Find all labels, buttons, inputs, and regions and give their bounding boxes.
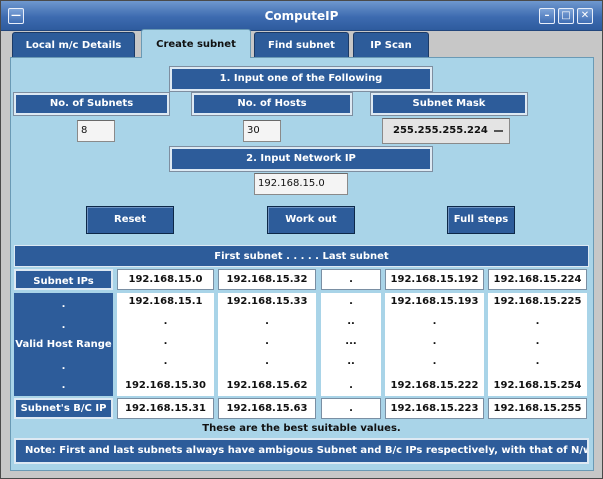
host-range-column: 192.168.15.225... 192.168.15.254: [488, 293, 587, 396]
subnet-ip-cell: .: [321, 269, 381, 290]
subnet-ip-cell: 192.168.15.192: [385, 269, 484, 290]
bc-ip-cell: 192.168.15.255: [488, 398, 587, 419]
step2-heading: 2. Input Network IP: [169, 146, 433, 172]
hosts-input[interactable]: 30: [243, 120, 281, 142]
range-ellipsis: .: [265, 336, 269, 347]
maximize-icon: □: [561, 10, 571, 21]
step1-heading: 1. Input one of the Following: [169, 66, 433, 92]
range-ellipsis: .: [432, 336, 437, 347]
work-out-button[interactable]: Work out: [267, 206, 355, 234]
subnet-ip-cell: 192.168.15.0: [117, 269, 214, 290]
first-host-value: .: [349, 296, 353, 307]
bc-ip-cell: 192.168.15.31: [117, 398, 214, 419]
range-ellipsis: .: [163, 356, 168, 367]
subnets-label: No. of Subnets: [13, 92, 170, 116]
tab-find-subnet[interactable]: Find subnet: [254, 32, 349, 57]
last-host-value: 192.168.15.222: [390, 380, 479, 391]
subnet-ip-cell: 192.168.15.224: [488, 269, 587, 290]
host-range-column: 192.168.15.33... 192.168.15.62: [218, 293, 316, 396]
range-ellipsis: .: [535, 316, 540, 327]
subnets-input[interactable]: 8: [77, 120, 115, 142]
last-host-value: 192.168.15.30: [125, 380, 206, 391]
range-ellipsis: .: [163, 336, 168, 347]
bc-ip-cell: .: [321, 398, 381, 419]
best-values-text: These are the best suitable values.: [14, 421, 589, 437]
first-host-value: 192.168.15.33: [226, 296, 308, 307]
range-ellipsis: ..: [347, 356, 355, 367]
bc-ip-label: Subnet's B/C IP: [14, 398, 113, 419]
first-host-value: 192.168.15.1: [128, 296, 203, 307]
range-ellipsis: ...: [345, 336, 357, 347]
range-ellipsis: .: [535, 336, 540, 347]
table-header: First subnet . . . . . Last subnet: [14, 245, 589, 267]
tab-local-mc-details[interactable]: Local m/c Details: [12, 32, 135, 57]
bc-ip-cell: 192.168.15.223: [385, 398, 484, 419]
range-ellipsis: ..: [347, 316, 355, 327]
host-range-column: 192.168.15.1... 192.168.15.30: [117, 293, 214, 396]
dropdown-icon: [494, 130, 503, 132]
tab-ip-scan[interactable]: IP Scan: [353, 32, 429, 57]
network-ip-input[interactable]: 192.168.15.0: [254, 173, 348, 195]
range-dot-2: .: [61, 320, 66, 331]
subnet-ips-label: Subnet IPs: [14, 269, 113, 290]
range-ellipsis: .: [265, 316, 269, 327]
host-range-column: 192.168.15.193... 192.168.15.222: [385, 293, 484, 396]
valid-host-range-label-block: . . Valid Host Range . .: [14, 293, 113, 396]
range-dot-3: .: [61, 361, 66, 372]
app-window: — ComputeIP – □ ✕ Local m/c Details Find…: [0, 0, 603, 479]
valid-host-range-label: Valid Host Range: [15, 339, 112, 350]
mask-label: Subnet Mask: [370, 92, 528, 116]
subnet-mask-value: 255.255.255.224: [393, 125, 488, 136]
full-steps-button[interactable]: Full steps: [447, 206, 515, 234]
maximize-button[interactable]: □: [558, 8, 574, 24]
range-ellipsis: .: [535, 356, 540, 367]
create-subnet-panel: 1. Input one of the Following No. of Sub…: [10, 57, 594, 471]
range-ellipsis: .: [432, 316, 437, 327]
range-ellipsis: .: [265, 356, 269, 367]
reset-button[interactable]: Reset: [86, 206, 174, 234]
last-host-value: .: [349, 380, 353, 391]
note-text: Note: First and last subnets always have…: [14, 438, 589, 464]
range-dot-4: .: [61, 380, 66, 391]
last-host-value: 192.168.15.254: [493, 380, 582, 391]
subnet-mask-select[interactable]: 255.255.255.224: [382, 118, 510, 144]
tab-create-subnet[interactable]: Create subnet: [141, 29, 251, 58]
minimize-button[interactable]: –: [539, 8, 555, 24]
last-host-value: 192.168.15.62: [226, 380, 308, 391]
window-title: ComputeIP: [264, 9, 339, 23]
bc-ip-cell: 192.168.15.63: [218, 398, 316, 419]
first-host-value: 192.168.15.225: [493, 296, 582, 307]
range-ellipsis: .: [163, 316, 168, 327]
range-dot-1: .: [61, 299, 66, 310]
first-host-value: 192.168.15.193: [390, 296, 479, 307]
minimize-icon: –: [544, 10, 550, 21]
subnet-ip-cell: 192.168.15.32: [218, 269, 316, 290]
close-button[interactable]: ✕: [577, 8, 593, 24]
hosts-label: No. of Hosts: [191, 92, 353, 116]
title-bar: — ComputeIP – □ ✕: [1, 1, 602, 31]
host-range-column: .........: [321, 293, 381, 396]
range-ellipsis: .: [432, 356, 437, 367]
close-icon: ✕: [580, 10, 590, 21]
